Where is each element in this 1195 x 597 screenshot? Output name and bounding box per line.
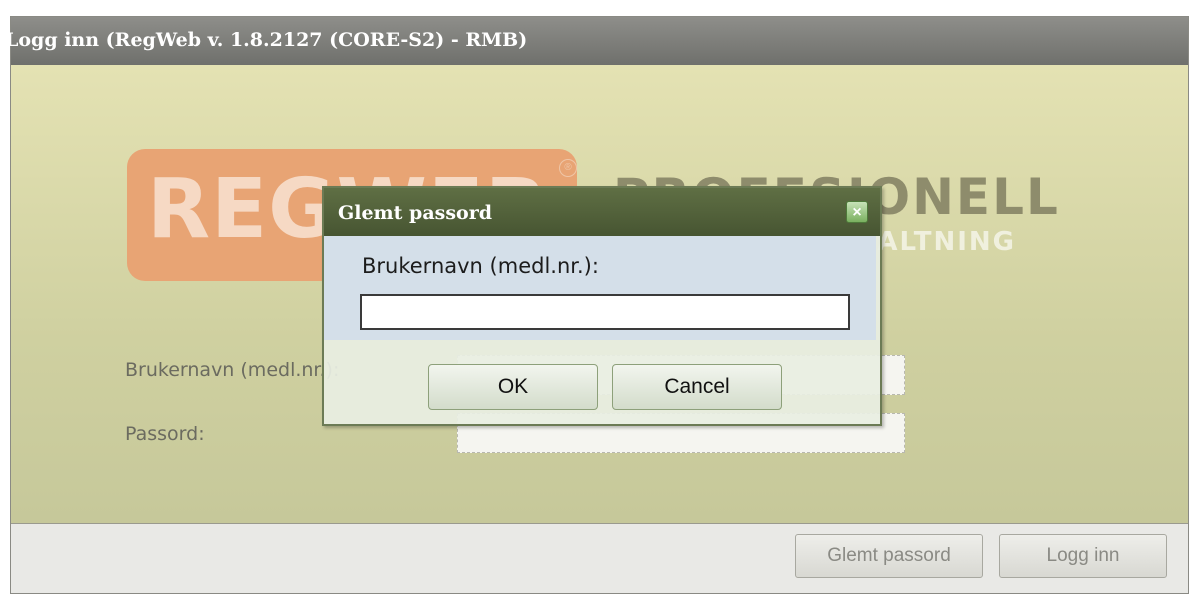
window-title: Logg inn (RegWeb v. 1.8.2127 (CORE-S2) -… [5, 29, 528, 51]
dialog-username-label: Brukernavn (medl.nr.): [362, 254, 599, 278]
registered-mark: ® [559, 159, 577, 177]
dialog-title: Glemt passord [338, 202, 492, 224]
dialog-titlebar: Glemt passord [324, 188, 880, 236]
cancel-button[interactable]: Cancel [612, 364, 782, 410]
login-button[interactable]: Logg inn [999, 534, 1167, 578]
forgot-password-button[interactable]: Glemt passord [795, 534, 983, 578]
dialog-username-input[interactable] [360, 294, 850, 330]
window-titlebar: Logg inn (RegWeb v. 1.8.2127 (CORE-S2) -… [5, 17, 1188, 65]
forgot-password-dialog: Glemt passord × Brukernavn (medl.nr.): O… [322, 186, 882, 426]
footer-bar: Glemt passord Logg inn [11, 524, 1188, 593]
password-label: Passord: [125, 423, 205, 445]
ok-button[interactable]: OK [428, 364, 598, 410]
close-icon[interactable]: × [846, 201, 868, 223]
username-label: Brukernavn (medl.nr.): [125, 359, 340, 381]
